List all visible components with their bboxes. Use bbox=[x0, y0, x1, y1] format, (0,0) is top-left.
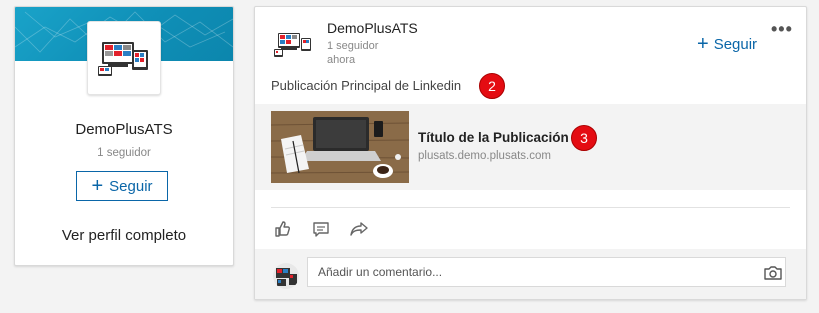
camera-icon[interactable] bbox=[763, 265, 783, 281]
action-divider bbox=[271, 207, 790, 208]
post-actions bbox=[273, 219, 369, 239]
company-logo[interactable] bbox=[87, 21, 161, 95]
post-author-name[interactable]: DemoPlusATS bbox=[327, 20, 418, 36]
like-icon[interactable] bbox=[273, 219, 293, 239]
plus-icon: + bbox=[91, 175, 104, 197]
follow-button[interactable]: + Seguir bbox=[76, 171, 168, 201]
follow-button-label: Seguir bbox=[109, 177, 153, 195]
company-profile-card: DemoPlusATS 1 seguidor + Seguir Ver perf… bbox=[14, 6, 234, 266]
feed-post-card: DemoPlusATS 1 seguidor ahora ••• + Segui… bbox=[254, 6, 807, 300]
link-title[interactable]: Título de la Publicación bbox=[418, 130, 569, 145]
post-follow-label: Seguir bbox=[713, 35, 758, 53]
annotation-badge-3: 3 bbox=[571, 125, 597, 151]
more-options-icon[interactable]: ••• bbox=[771, 19, 793, 40]
link-url: plusats.demo.plusats.com bbox=[418, 150, 551, 162]
post-author-logo[interactable] bbox=[274, 31, 312, 59]
view-full-profile-link[interactable]: Ver perfil completo bbox=[15, 227, 233, 244]
post-author-followers: 1 seguidor bbox=[327, 40, 379, 52]
comment-input[interactable]: Añadir un comentario... bbox=[307, 257, 786, 287]
post-timestamp: ahora bbox=[327, 54, 356, 66]
comment-icon[interactable] bbox=[311, 219, 331, 239]
post-text: Publicación Principal de Linkedin bbox=[271, 78, 462, 93]
comment-bar: Añadir un comentario... bbox=[255, 249, 806, 299]
link-preview[interactable]: Título de la Publicación plusats.demo.pl… bbox=[255, 104, 806, 190]
link-thumbnail[interactable] bbox=[271, 111, 409, 183]
plus-icon: + bbox=[697, 33, 709, 55]
post-follow-button[interactable]: + Seguir bbox=[697, 34, 757, 54]
follower-count: 1 seguidor bbox=[97, 147, 151, 159]
annotation-badge-2: 2 bbox=[479, 73, 505, 99]
user-avatar bbox=[273, 263, 299, 289]
share-icon[interactable] bbox=[349, 219, 369, 239]
company-name[interactable]: DemoPlusATS bbox=[15, 121, 233, 138]
